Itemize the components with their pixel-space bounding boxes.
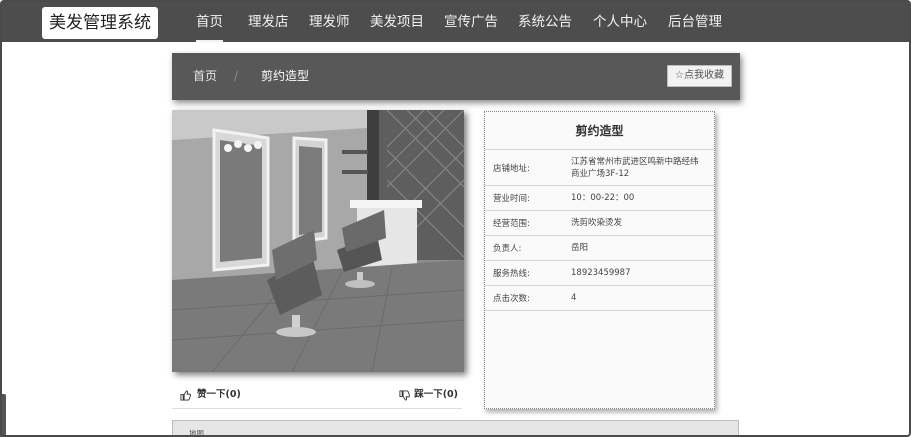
info-row-scope: 经营范围: 洗剪吹染烫发 bbox=[485, 211, 714, 236]
info-value: 10：00-22：00 bbox=[571, 193, 635, 203]
top-navbar: 美发管理系统 首页 理发店 理发师 美发项目 宣传广告 系统公告 个人中心 后台… bbox=[2, 2, 909, 42]
thumbs-down-icon bbox=[399, 389, 411, 401]
info-value: 18923459987 bbox=[571, 268, 631, 278]
nav-salons[interactable]: 理发店 bbox=[248, 2, 289, 42]
info-value: 洗剪吹染烫发 bbox=[571, 218, 623, 228]
downvote-label: 踩一下(0) bbox=[414, 389, 458, 400]
info-row-address: 店铺地址: 江苏省常州市武进区鸣新中路经纬商业广场3F-12 bbox=[485, 150, 714, 186]
info-label: 店铺地址: bbox=[493, 163, 530, 174]
breadcrumb-separator: / bbox=[234, 69, 239, 83]
upvote-button[interactable]: 赞一下(0) bbox=[180, 381, 241, 409]
info-value: 岳阳 bbox=[571, 243, 589, 253]
map-label: 地图 bbox=[189, 429, 204, 437]
vote-bar: 赞一下(0) 踩一下(0) bbox=[172, 381, 462, 409]
info-label: 点击次数: bbox=[493, 294, 530, 304]
breadcrumb: 首页 / 剪约造型 ☆点我收藏 bbox=[172, 53, 740, 100]
info-label: 负责人: bbox=[493, 244, 522, 254]
scroll-handle[interactable] bbox=[0, 394, 6, 437]
info-label: 经营范围: bbox=[493, 219, 530, 229]
breadcrumb-current: 剪约造型 bbox=[261, 69, 310, 83]
nav-stylists[interactable]: 理发师 bbox=[309, 2, 350, 42]
info-value: 4 bbox=[571, 293, 577, 303]
nav-home[interactable]: 首页 bbox=[196, 2, 223, 42]
shop-info-card: 剪约造型 店铺地址: 江苏省常州市武进区鸣新中路经纬商业广场3F-12 营业时间… bbox=[484, 111, 715, 409]
info-row-hours: 营业时间: 10：00-22：00 bbox=[485, 186, 714, 211]
map-panel: 地图 bbox=[172, 420, 739, 437]
downvote-button[interactable]: 踩一下(0) bbox=[399, 381, 458, 409]
info-label: 营业时间: bbox=[493, 194, 530, 204]
info-label: 服务热线: bbox=[493, 269, 530, 279]
breadcrumb-home[interactable]: 首页 bbox=[193, 53, 217, 100]
nav-services[interactable]: 美发项目 bbox=[370, 2, 424, 42]
nav-ads[interactable]: 宣传广告 bbox=[444, 2, 498, 42]
shop-name: 剪约造型 bbox=[485, 112, 714, 150]
upvote-label: 赞一下(0) bbox=[197, 389, 241, 400]
info-row-clicks: 点击次数: 4 bbox=[485, 286, 714, 311]
nav-admin[interactable]: 后台管理 bbox=[668, 2, 722, 42]
nav-announcements[interactable]: 系统公告 bbox=[518, 2, 572, 42]
info-value: 江苏省常州市武进区鸣新中路经纬商业广场3F-12 bbox=[571, 156, 699, 179]
info-row-hotline: 服务热线: 18923459987 bbox=[485, 261, 714, 286]
salon-photo bbox=[172, 110, 464, 372]
nav-profile[interactable]: 个人中心 bbox=[593, 2, 647, 42]
salon-photo-image bbox=[172, 110, 464, 372]
info-row-manager: 负责人: 岳阳 bbox=[485, 236, 714, 261]
app-logo[interactable]: 美发管理系统 bbox=[42, 7, 158, 39]
favorite-button[interactable]: ☆点我收藏 bbox=[667, 65, 732, 87]
thumbs-up-icon bbox=[180, 389, 191, 401]
